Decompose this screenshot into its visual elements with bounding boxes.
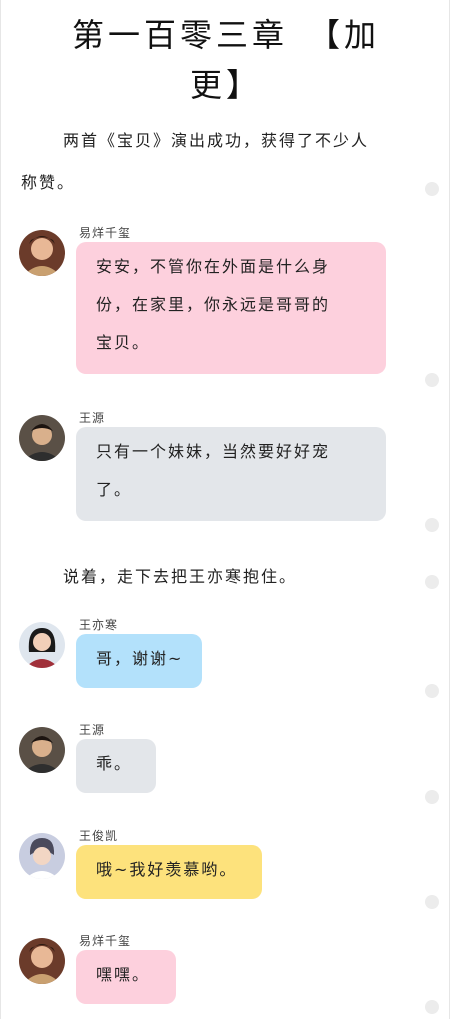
avatar-portrait-icon [19, 622, 65, 668]
chat-message: 王源 乖。 [19, 723, 419, 807]
message-bubble[interactable]: 安安，不管你在外面是什么身 份，在家里，你永远是哥哥的 宝贝。 [76, 242, 386, 374]
avatar[interactable] [19, 938, 65, 984]
message-text: 哥，谢谢~ [96, 649, 184, 668]
chapter-title: 第一百零三章 【加 更】 [41, 10, 411, 110]
avatar-portrait-icon [19, 938, 65, 984]
comment-dot-icon[interactable] [425, 518, 439, 532]
comment-dot-icon[interactable] [425, 790, 439, 804]
chat-message: 易烊千玺 嘿嘿。 [19, 934, 419, 1018]
sender-name: 王源 [79, 411, 106, 425]
comment-dot-icon[interactable] [425, 575, 439, 589]
chat-message: 王俊凯 哦~我好羡慕哟。 [19, 829, 419, 913]
avatar[interactable] [19, 230, 65, 276]
message-text: 乖。 [96, 754, 133, 773]
comment-dot-icon[interactable] [425, 182, 439, 196]
sender-name: 易烊千玺 [79, 226, 132, 240]
sender-name: 王俊凯 [79, 829, 119, 843]
message-text: 份，在家里，你永远是哥哥的 [96, 295, 331, 314]
message-bubble[interactable]: 嘿嘿。 [76, 950, 176, 1004]
chapter-title-line-1: 第一百零三章 【加 [71, 16, 380, 54]
avatar-portrait-icon [19, 727, 65, 773]
comment-dot-icon[interactable] [425, 684, 439, 698]
message-text: 宝贝。 [96, 333, 151, 352]
narration-line: 两首《宝贝》演出成功，获得了不少人 [63, 131, 370, 150]
avatar[interactable] [19, 727, 65, 773]
comment-dot-icon[interactable] [425, 1000, 439, 1014]
message-bubble[interactable]: 乖。 [76, 739, 156, 793]
sender-name: 王亦寒 [79, 618, 119, 632]
avatar-portrait-icon [19, 833, 65, 879]
chat-message: 王源 只有一个妹妹，当然要好好宠 了。 [19, 411, 419, 535]
avatar[interactable] [19, 833, 65, 879]
comment-dot-icon[interactable] [425, 373, 439, 387]
chat-story-page: 第一百零三章 【加 更】 两首《宝贝》演出成功，获得了不少人 称赞。 易烊千玺 … [0, 0, 450, 1019]
sender-name: 易烊千玺 [79, 934, 132, 948]
message-bubble[interactable]: 只有一个妹妹，当然要好好宠 了。 [76, 427, 386, 521]
narration-line: 称赞。 [21, 173, 76, 192]
message-text: 了。 [96, 480, 133, 499]
chat-message: 易烊千玺 安安，不管你在外面是什么身 份，在家里，你永远是哥哥的 宝贝。 [19, 226, 419, 390]
avatar[interactable] [19, 622, 65, 668]
narration-line: 说着，走下去把王亦寒抱住。 [63, 567, 298, 586]
avatar[interactable] [19, 415, 65, 461]
message-bubble[interactable]: 哦~我好羡慕哟。 [76, 845, 262, 899]
message-bubble[interactable]: 哥，谢谢~ [76, 634, 202, 688]
chapter-title-line-2: 更】 [189, 66, 262, 104]
avatar-portrait-icon [19, 415, 65, 461]
message-text: 哦~我好羡慕哟。 [96, 860, 238, 879]
message-text: 只有一个妹妹，当然要好好宠 [96, 442, 331, 461]
message-text: 安安，不管你在外面是什么身 [96, 257, 331, 276]
sender-name: 王源 [79, 723, 106, 737]
message-text: 嘿嘿。 [96, 965, 151, 984]
chat-message: 王亦寒 哥，谢谢~ [19, 618, 419, 702]
avatar-portrait-icon [19, 230, 65, 276]
comment-dot-icon[interactable] [425, 895, 439, 909]
